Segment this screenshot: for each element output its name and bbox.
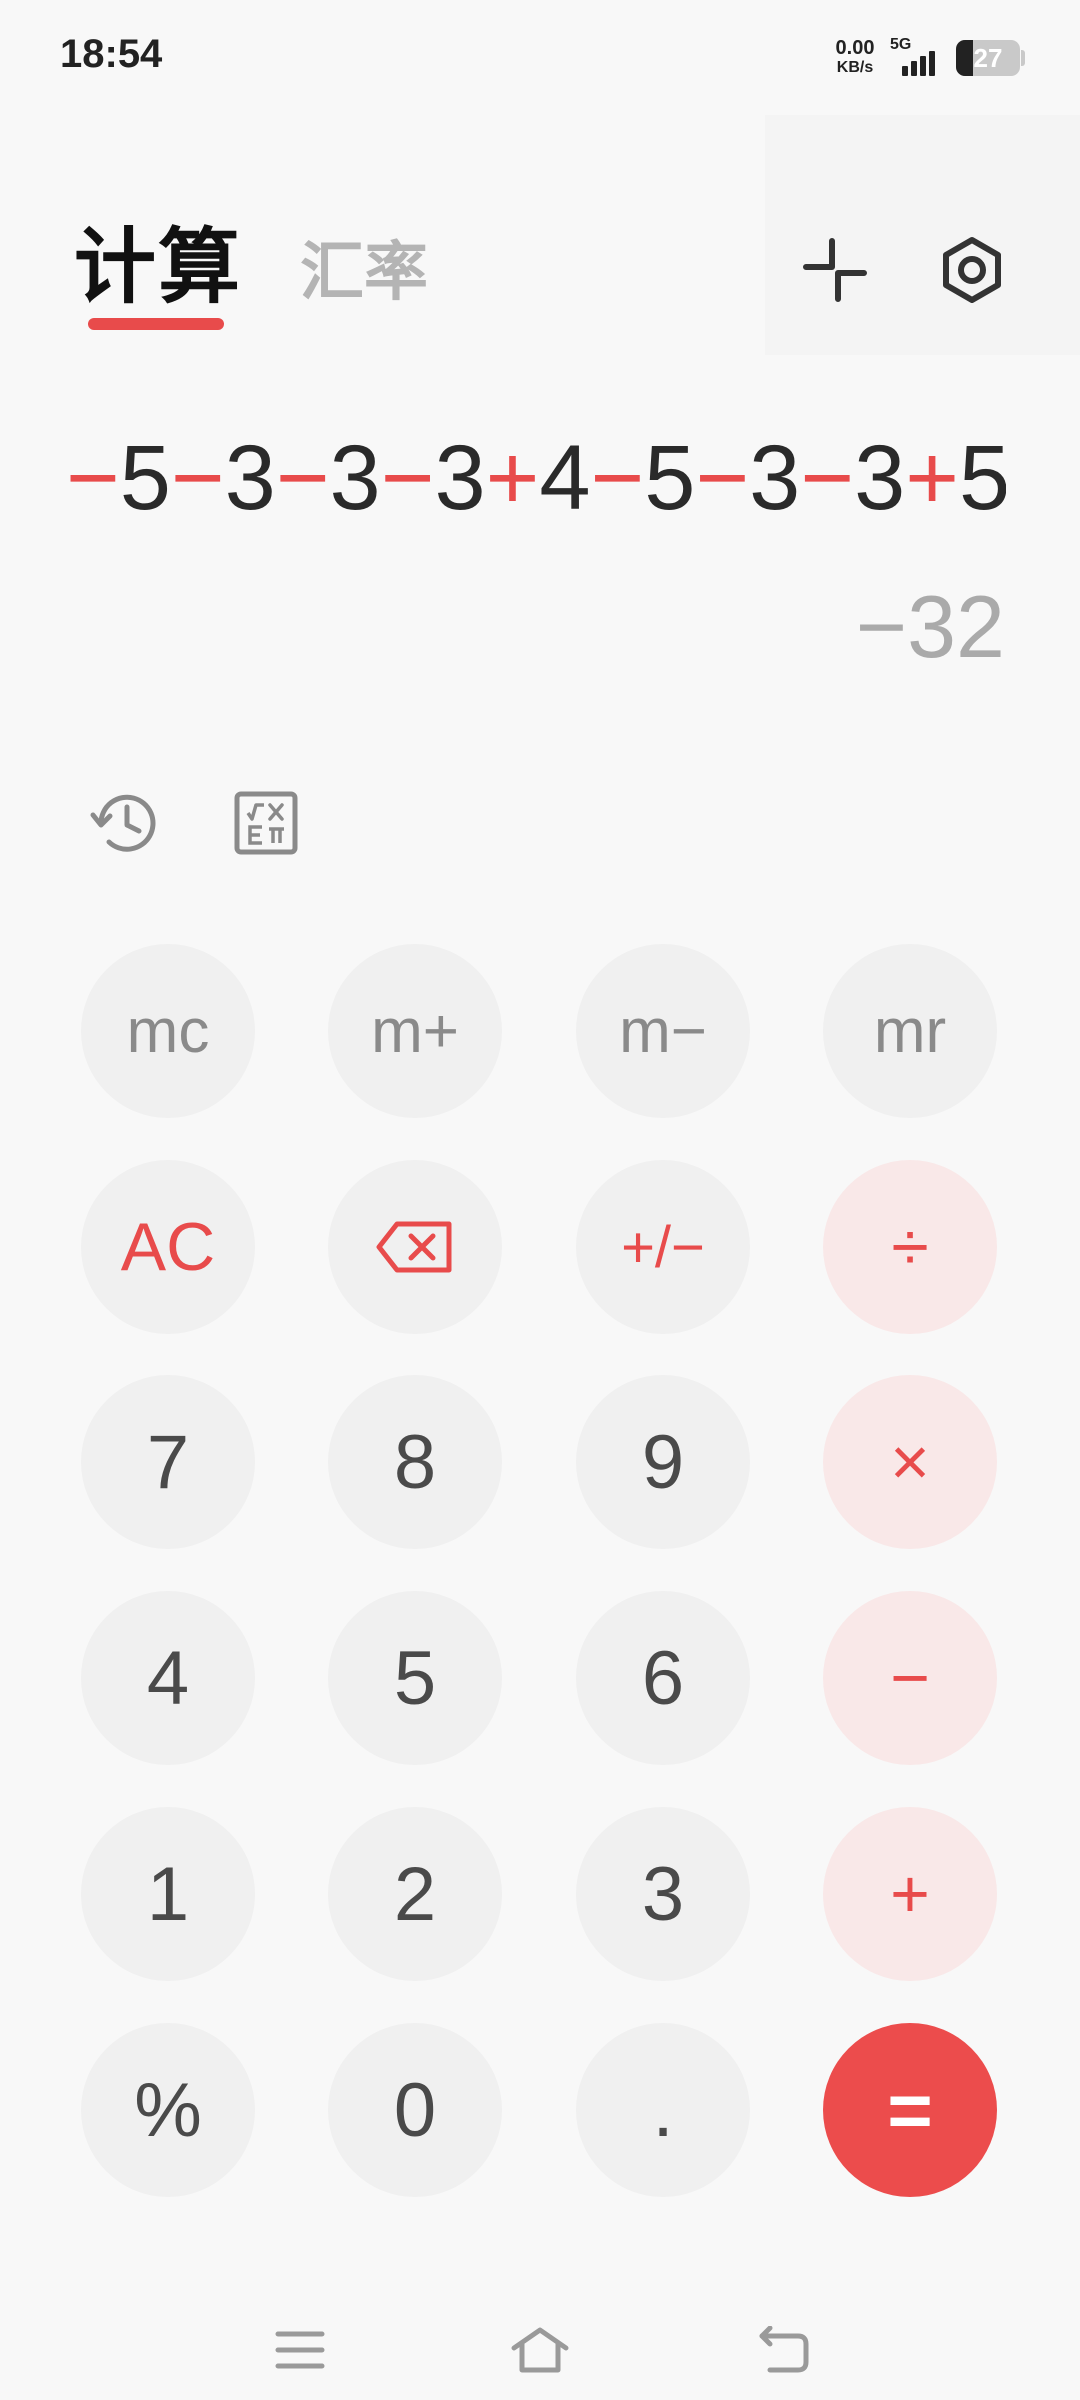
digit-4-button[interactable]: 4	[81, 1591, 255, 1765]
memory-recall-button[interactable]: mr	[823, 944, 997, 1118]
plus-minus-button[interactable]: +/−	[576, 1160, 750, 1334]
signal-type: 5G	[890, 36, 912, 53]
expression-operand: 5	[119, 427, 171, 529]
digit-7-button[interactable]: 7	[81, 1375, 255, 1549]
digit-3-button[interactable]: 3	[576, 1807, 750, 1981]
expression-operand: 5	[644, 427, 696, 529]
all-clear-button[interactable]: AC	[81, 1160, 255, 1334]
digit-5-button[interactable]: 5	[328, 1591, 502, 1765]
network-speed: 0.00 KB/s	[828, 38, 882, 78]
backspace-icon	[376, 1221, 452, 1273]
home-icon	[511, 2327, 569, 2373]
expression-operator: −	[590, 427, 645, 529]
divide-button[interactable]: ÷	[823, 1160, 997, 1334]
active-tab-indicator	[88, 318, 224, 330]
expression-operand: 3	[434, 427, 486, 529]
back-button[interactable]	[742, 2310, 822, 2390]
multiply-button[interactable]: ×	[823, 1375, 997, 1549]
status-bar: 18:54 0.00 KB/s 5G 27	[0, 0, 1080, 120]
tab-calculate[interactable]: 计算	[74, 220, 242, 316]
digit-6-button[interactable]: 6	[576, 1591, 750, 1765]
history-button[interactable]	[80, 778, 170, 868]
expression-operator: −	[800, 427, 855, 529]
result-preview: −32	[855, 577, 1005, 676]
expression-operator: −	[380, 427, 435, 529]
digit-1-button[interactable]: 1	[81, 1807, 255, 1981]
digit-2-button[interactable]: 2	[328, 1807, 502, 1981]
battery-tip	[1021, 50, 1025, 66]
expression-operator: −	[170, 427, 225, 529]
history-icon	[90, 794, 156, 852]
tab-exchange-rate[interactable]: 汇率	[300, 232, 428, 312]
collapse-icon	[803, 238, 867, 302]
status-time: 18:54	[60, 32, 163, 76]
plus-button[interactable]: +	[823, 1807, 997, 1981]
menu-icon	[275, 2331, 325, 2369]
expression-operator: +	[905, 427, 959, 529]
expression-operand: 3	[854, 427, 906, 529]
memory-clear-button[interactable]: mc	[81, 944, 255, 1118]
expression-operator: −	[695, 427, 750, 529]
backspace-button[interactable]	[328, 1160, 502, 1334]
memory-subtract-button[interactable]: m−	[576, 944, 750, 1118]
collapse-button[interactable]	[780, 215, 890, 325]
expression-operand: 3	[329, 427, 381, 529]
equals-button[interactable]: =	[823, 2023, 997, 2197]
memory-add-button[interactable]: m+	[328, 944, 502, 1118]
expression-operator: −	[275, 427, 330, 529]
expression-operand: 3	[749, 427, 801, 529]
minus-button[interactable]: −	[823, 1591, 997, 1765]
expression-operand: 5	[958, 427, 1006, 529]
home-button[interactable]	[500, 2310, 580, 2390]
battery-percent: 27	[973, 43, 1003, 73]
digit-8-button[interactable]: 8	[328, 1375, 502, 1549]
settings-button[interactable]	[917, 215, 1027, 325]
hexagon-settings-icon	[943, 237, 1001, 303]
system-navigation-bar	[0, 2300, 1080, 2400]
expression-display[interactable]: −5−3−3−3 +4−5−3−3 +5	[66, 418, 1006, 538]
recents-button[interactable]	[260, 2310, 340, 2390]
digit-0-button[interactable]: 0	[328, 2023, 502, 2197]
scientific-mode-icon	[234, 791, 298, 855]
percent-button[interactable]: %	[81, 2023, 255, 2197]
decimal-point-button[interactable]: .	[576, 2023, 750, 2197]
calculator-screen: 18:54 0.00 KB/s 5G 27 计算 汇率 − 5 − 3 − 3 …	[0, 0, 1080, 2400]
back-icon	[759, 2326, 809, 2373]
expression-operand: 3	[224, 427, 276, 529]
expression-operator: +	[485, 427, 540, 529]
scientific-mode-button[interactable]	[221, 778, 311, 868]
expression-operand: 4	[539, 427, 591, 529]
expression-operator: −	[66, 427, 120, 529]
battery-icon: 27	[956, 40, 1020, 76]
network-speed-unit: KB/s	[836, 59, 874, 76]
digit-9-button[interactable]: 9	[576, 1375, 750, 1549]
cellular-signal-icon: 5G	[890, 36, 942, 76]
network-speed-value: 0.00	[835, 37, 875, 59]
